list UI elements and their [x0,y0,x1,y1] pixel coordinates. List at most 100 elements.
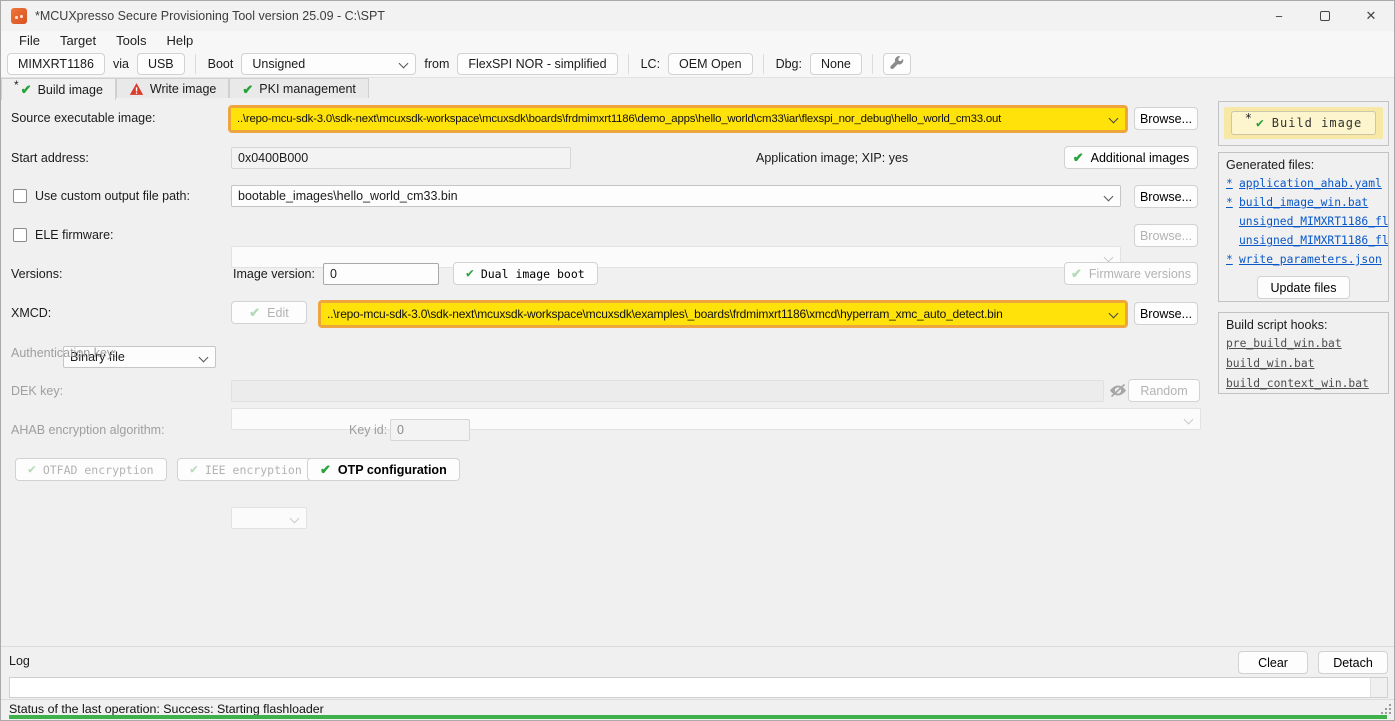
chevron-down-icon [1104,192,1114,202]
otp-configuration-button[interactable]: ✔ OTP configuration [307,458,460,481]
check-icon: ✔ [1073,151,1084,164]
menu-file[interactable]: File [9,33,50,48]
wrench-icon [889,56,904,71]
source-image-combo[interactable]: ..\repo-mcu-sdk-3.0\sdk-next\mcuxsdk-wor… [231,108,1125,130]
ele-firmware-browse-button: Browse... [1134,224,1198,247]
title-bar: *MCUXpresso Secure Provisioning Tool ver… [1,1,1394,31]
xmcd-label: XMCD: [11,302,51,325]
dek-random-button: Random [1128,379,1200,402]
generated-file-link[interactable]: *write_parameters.json [1226,251,1388,269]
boot-device-button[interactable]: FlexSPI NOR - simplified [457,53,617,75]
processor-button[interactable]: MIMXRT1186 [7,53,105,75]
dbg-label: Dbg: [774,57,804,71]
custom-output-browse-button[interactable]: Browse... [1134,185,1198,208]
eye-slash-icon [1108,383,1128,399]
resize-grip[interactable] [1381,704,1391,714]
firmware-versions-button: ✔ Firmware versions [1064,262,1198,285]
chevron-down-icon [290,514,300,524]
maximize-button[interactable] [1302,1,1348,31]
chevron-down-icon [399,58,409,68]
dek-key-field [231,380,1104,402]
chevron-down-icon [1109,309,1119,319]
minimize-button[interactable]: − [1256,1,1302,31]
window-title: *MCUXpresso Secure Provisioning Tool ver… [35,9,385,23]
image-version-input[interactable]: 0 [323,263,439,285]
start-address-field[interactable]: 0x0400B000 [231,147,571,169]
menu-tools[interactable]: Tools [106,33,156,48]
ele-firmware-label: ELE firmware: [35,224,114,247]
additional-images-button[interactable]: ✔ Additional images [1064,146,1198,169]
tab-build-image[interactable]: * ✔ Build image [1,78,116,100]
debugger-button[interactable]: None [810,53,862,75]
warning-icon [129,82,144,96]
hook-link-build-context[interactable]: build_context_win.bat [1226,375,1388,392]
custom-output-checkbox[interactable] [13,189,27,203]
settings-wrench-button[interactable] [883,53,911,75]
chevron-down-icon [1109,114,1119,124]
generated-file-link[interactable]: unsigned_MIMXRT1186_fla [1226,213,1388,231]
xmcd-highlight: ..\repo-mcu-sdk-3.0\sdk-next\mcuxsdk-wor… [318,300,1128,328]
interface-button[interactable]: USB [137,53,185,75]
check-icon: ✔ [249,306,260,319]
ele-firmware-checkbox[interactable] [13,228,27,242]
maximize-icon [1320,11,1330,21]
hook-link-build[interactable]: build_win.bat [1226,355,1388,372]
modified-asterisk-icon: * [14,78,19,92]
generated-file-link[interactable]: unsigned_MIMXRT1186_fla [1226,232,1388,250]
iee-encryption-button: ✔ IEE encryption [177,458,315,481]
log-scrollbar[interactable] [1370,678,1387,697]
check-icon: ✔ [466,267,474,280]
modified-asterisk-icon: * [1245,111,1253,125]
check-icon: ✔ [28,463,36,476]
check-icon: ✔ [1071,267,1082,280]
via-label: via [111,57,131,71]
dual-image-boot-button[interactable]: ✔ Dual image boot [453,262,598,285]
build-hooks-title: Build script hooks: [1226,318,1388,332]
check-icon: ✔ [1256,117,1265,130]
check-icon: ✔ [190,463,198,476]
custom-output-combo[interactable]: bootable_images\hello_world_cm33.bin [231,185,1121,207]
menu-target[interactable]: Target [50,33,106,48]
ahab-algorithm-label: AHAB encryption algorithm: [11,419,165,442]
boot-label: Boot [206,57,236,71]
check-icon: ✔ [320,463,331,476]
generated-files-title: Generated files: [1226,158,1388,172]
source-image-label: Source executable image: [11,107,156,130]
tab-pki-management[interactable]: ✔ PKI management [229,78,369,99]
generated-file-link[interactable]: *build_image_win.bat [1226,194,1388,212]
tab-bar: * ✔ Build image Write image ✔ PKI manage… [1,78,1394,100]
check-icon: ✔ [242,83,253,96]
xmcd-browse-button[interactable]: Browse... [1134,302,1198,325]
generated-files-group: Generated files: *application_ahab.yaml … [1218,152,1389,302]
life-cycle-button[interactable]: OEM Open [668,53,753,75]
toolbar-separator [195,54,196,74]
key-id-field: 0 [390,419,470,441]
menu-help[interactable]: Help [156,33,203,48]
boot-type-select[interactable]: Unsigned [241,53,416,75]
build-image-button[interactable]: * ✔ Build image [1231,111,1377,135]
chevron-down-icon [199,353,209,363]
build-button-highlight: * ✔ Build image [1224,107,1383,139]
key-id-label: Key id: [349,419,387,442]
source-image-browse-button[interactable]: Browse... [1134,107,1198,130]
toolbar-separator [763,54,764,74]
log-section: Log Clear Detach [1,646,1395,677]
xmcd-combo[interactable]: ..\repo-mcu-sdk-3.0\sdk-next\mcuxsdk-wor… [321,303,1125,325]
menu-bar: File Target Tools Help [1,31,1394,50]
tab-write-image[interactable]: Write image [116,78,229,99]
dek-key-label: DEK key: [11,380,63,403]
image-version-label: Image version: [233,263,315,286]
app-icon [11,8,27,24]
tab-pki-label: PKI management [259,82,356,96]
versions-label: Versions: [11,263,62,286]
update-files-button[interactable]: Update files [1257,276,1349,299]
generated-file-link[interactable]: *application_ahab.yaml [1226,175,1388,193]
log-detach-button[interactable]: Detach [1318,651,1388,674]
otfad-encryption-button: ✔ OTFAD encryption [15,458,167,481]
status-text: Status of the last operation: Success: S… [9,702,324,716]
close-button[interactable]: ✕ [1348,1,1394,31]
hook-link-pre-build[interactable]: pre_build_win.bat [1226,335,1388,352]
lc-label: LC: [639,57,662,71]
log-clear-button[interactable]: Clear [1238,651,1308,674]
log-list[interactable] [9,677,1388,698]
